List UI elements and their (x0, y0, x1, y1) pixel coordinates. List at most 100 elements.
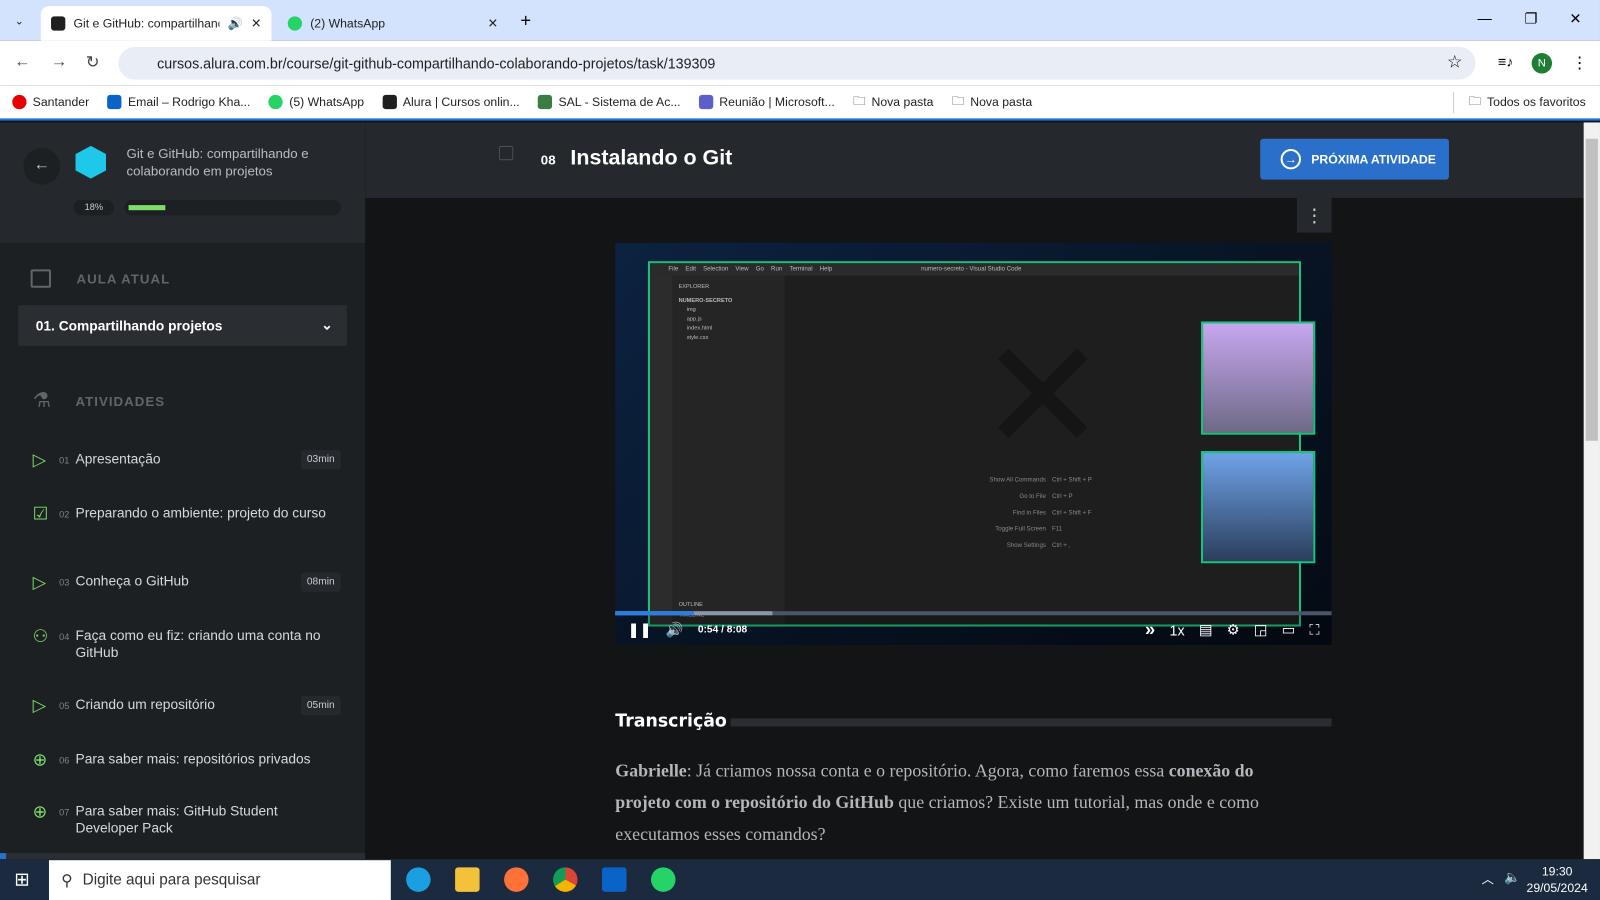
bookmark-email[interactable]: Email – Rodrigo Kha... (107, 94, 250, 110)
settings-gear-icon[interactable]: ⚙ (1227, 621, 1240, 638)
bookmark-star-icon[interactable]: ☆ (1447, 52, 1463, 72)
people-icon: ⚇ (32, 626, 49, 646)
more-options-button[interactable]: ⋮ (1296, 197, 1332, 233)
restore-button[interactable]: ❐ (1524, 10, 1537, 27)
next-activity-button[interactable]: → PRÓXIMA ATIVIDADE (1260, 138, 1449, 180)
activity-number: 08 (540, 152, 556, 168)
bookmark-sal[interactable]: SAL - Sistema de Ac... (538, 94, 681, 110)
activity-item[interactable]: ⊕ 07 Para saber mais: GitHub Student Devel… (0, 802, 365, 837)
folder-icon: 🗀 (1468, 93, 1481, 108)
chrome-icon[interactable] (553, 867, 578, 892)
course-header (0, 122, 366, 243)
vscode-menu-item: Help (819, 266, 833, 273)
search-icon: ⚲ (61, 871, 73, 890)
tab-alura[interactable]: Git e GitHub: compartilhand 🔊 ✕ (40, 6, 272, 41)
course-title: Git e GitHub: compartilhando e colaboran… (126, 145, 309, 179)
bookmark-folder[interactable]: 🗀 Nova pasta (853, 91, 933, 112)
plus-circle-icon: ⊕ (32, 802, 48, 822)
chevron-down-icon: ⌄ (321, 317, 333, 333)
activity-item[interactable]: ▷ 03 Conheça o GitHub 08min (0, 572, 365, 592)
tab-search-button[interactable]: ⌄ (8, 10, 30, 32)
clock[interactable]: 19:30 29/05/2024 (1527, 863, 1588, 896)
tray-chevron-up-icon[interactable]: ︿ (1482, 870, 1494, 887)
close-window-button[interactable]: ✕ (1569, 10, 1581, 27)
folder-icon: 🗀 (853, 93, 866, 108)
taskbar-apps (406, 867, 676, 892)
speaker-icon[interactable]: 🔊 (228, 16, 243, 30)
taskbar-search-input[interactable]: ⚲ Digite aqui para pesquisar (48, 860, 391, 900)
volume-icon[interactable]: 🔈 (1504, 869, 1521, 885)
whatsapp-icon[interactable] (651, 867, 676, 892)
duration-badge: 08min (300, 572, 341, 592)
fullscreen-button[interactable]: ⛶ (1309, 621, 1319, 638)
activity-item[interactable]: ⚇ 04 Faça como eu fiz: criando uma conta n… (0, 627, 365, 662)
windows-start-icon[interactable]: ⊞ (14, 869, 29, 890)
current-time: 0:54 (697, 624, 719, 636)
clipboard-icon: ☑ (32, 504, 49, 524)
menu-icon[interactable]: ⋮ (1571, 53, 1587, 73)
minimize-button[interactable]: — (1478, 10, 1492, 26)
pause-button[interactable]: ❚❚ (628, 621, 652, 638)
video-type-icon (498, 145, 514, 161)
bookmark-alura[interactable]: Alura | Cursos onlin... (382, 94, 520, 110)
webcam-instructor-2 (1201, 451, 1316, 564)
progress-bar (124, 199, 341, 216)
current-lesson-heading: AULA ATUAL (76, 271, 171, 287)
lesson-select[interactable]: 01. Compartilhando projetos ⌄ (18, 305, 347, 346)
folder-icon: 🗀 (951, 93, 965, 108)
activity-item[interactable]: ⊕ 06 Para saber mais: repositórios privado… (0, 750, 365, 770)
close-tab-icon[interactable]: ✕ (251, 16, 261, 30)
divider (730, 718, 1332, 727)
progress-label: 18% (73, 199, 115, 216)
vscode-menu-item: Edit (685, 266, 696, 273)
outlook-icon[interactable] (602, 867, 627, 892)
captions-button[interactable]: ▤ (1199, 621, 1213, 638)
video-icon: ▷ (32, 695, 46, 716)
vscode-menu-item: Run (771, 266, 783, 273)
activity-item[interactable]: ☑ 02 Preparando o ambiente: projeto do cur… (0, 504, 365, 524)
vscode-menu-item: View (735, 266, 749, 273)
reload-button[interactable]: ↻ (86, 52, 100, 72)
video-icon: ▷ (32, 572, 46, 592)
bookmark-teams[interactable]: Reunião | Microsoft... (698, 94, 835, 110)
picture-in-picture-button[interactable]: ◲ (1254, 621, 1268, 638)
plus-circle-icon: ⊕ (32, 749, 48, 770)
tab-whatsapp[interactable]: (2) WhatsApp ✕ (278, 6, 509, 41)
bookmark-folder[interactable]: 🗀 Nova pasta (952, 91, 1032, 112)
progress-fill (128, 205, 166, 211)
page-scrollbar[interactable] (1583, 122, 1600, 860)
video-controls: ❚❚ 🔊 0:54 / 8:08 » 1x ▤ ⚙ ◲ ▭ ⛶ (615, 615, 1332, 645)
skip-forward-button[interactable]: » (1145, 619, 1155, 640)
activity-item[interactable]: ▷ 05 Criando um repositório 05min (0, 695, 365, 716)
file-explorer-icon[interactable] (455, 867, 480, 892)
profile-avatar[interactable]: N (1531, 53, 1553, 74)
bookmark-santander[interactable]: Santander (12, 94, 89, 110)
whatsapp-icon (287, 16, 303, 31)
bookmarks-bar: Santander Email – Rodrigo Kha... (5) Wha… (0, 85, 1600, 121)
address-bar[interactable]: cursos.alura.com.br/course/git-github-co… (118, 46, 1476, 80)
edge-icon[interactable] (406, 867, 431, 892)
back-button[interactable]: ← (23, 147, 61, 185)
duration-badge: 05min (300, 695, 341, 716)
transcript-heading: Transcrição (615, 711, 727, 732)
new-tab-button[interactable]: + (520, 10, 531, 31)
vscode-menu-item: Selection (703, 266, 729, 273)
all-bookmarks[interactable]: 🗀 Todos os favoritos (1453, 91, 1586, 113)
forward-button[interactable]: → (51, 53, 67, 71)
activities-heading: ATIVIDADES (75, 393, 166, 410)
transcript-text: Gabrielle: Já criamos nossa conta e o re… (615, 760, 1259, 844)
arrow-right-circle-icon: → (1280, 148, 1302, 170)
activity-title: Instalando o Git (570, 145, 733, 170)
playback-speed-button[interactable]: 1x (1170, 622, 1185, 638)
vscode-menu-item: Go (755, 266, 764, 273)
media-control-icon[interactable]: ≡♪ (1498, 53, 1513, 69)
duration-badge: 03min (300, 449, 341, 470)
theater-mode-button[interactable]: ▭ (1282, 621, 1296, 638)
activity-item[interactable]: ▷ 01 Apresentação 03min (0, 449, 365, 470)
duration: 8:08 (726, 624, 748, 636)
firefox-icon[interactable] (504, 867, 529, 892)
close-tab-icon[interactable]: ✕ (488, 16, 498, 30)
back-button[interactable]: ← (14, 53, 30, 71)
bookmark-whatsapp[interactable]: (5) WhatsApp (268, 94, 364, 110)
volume-button[interactable]: 🔊 (666, 621, 684, 638)
